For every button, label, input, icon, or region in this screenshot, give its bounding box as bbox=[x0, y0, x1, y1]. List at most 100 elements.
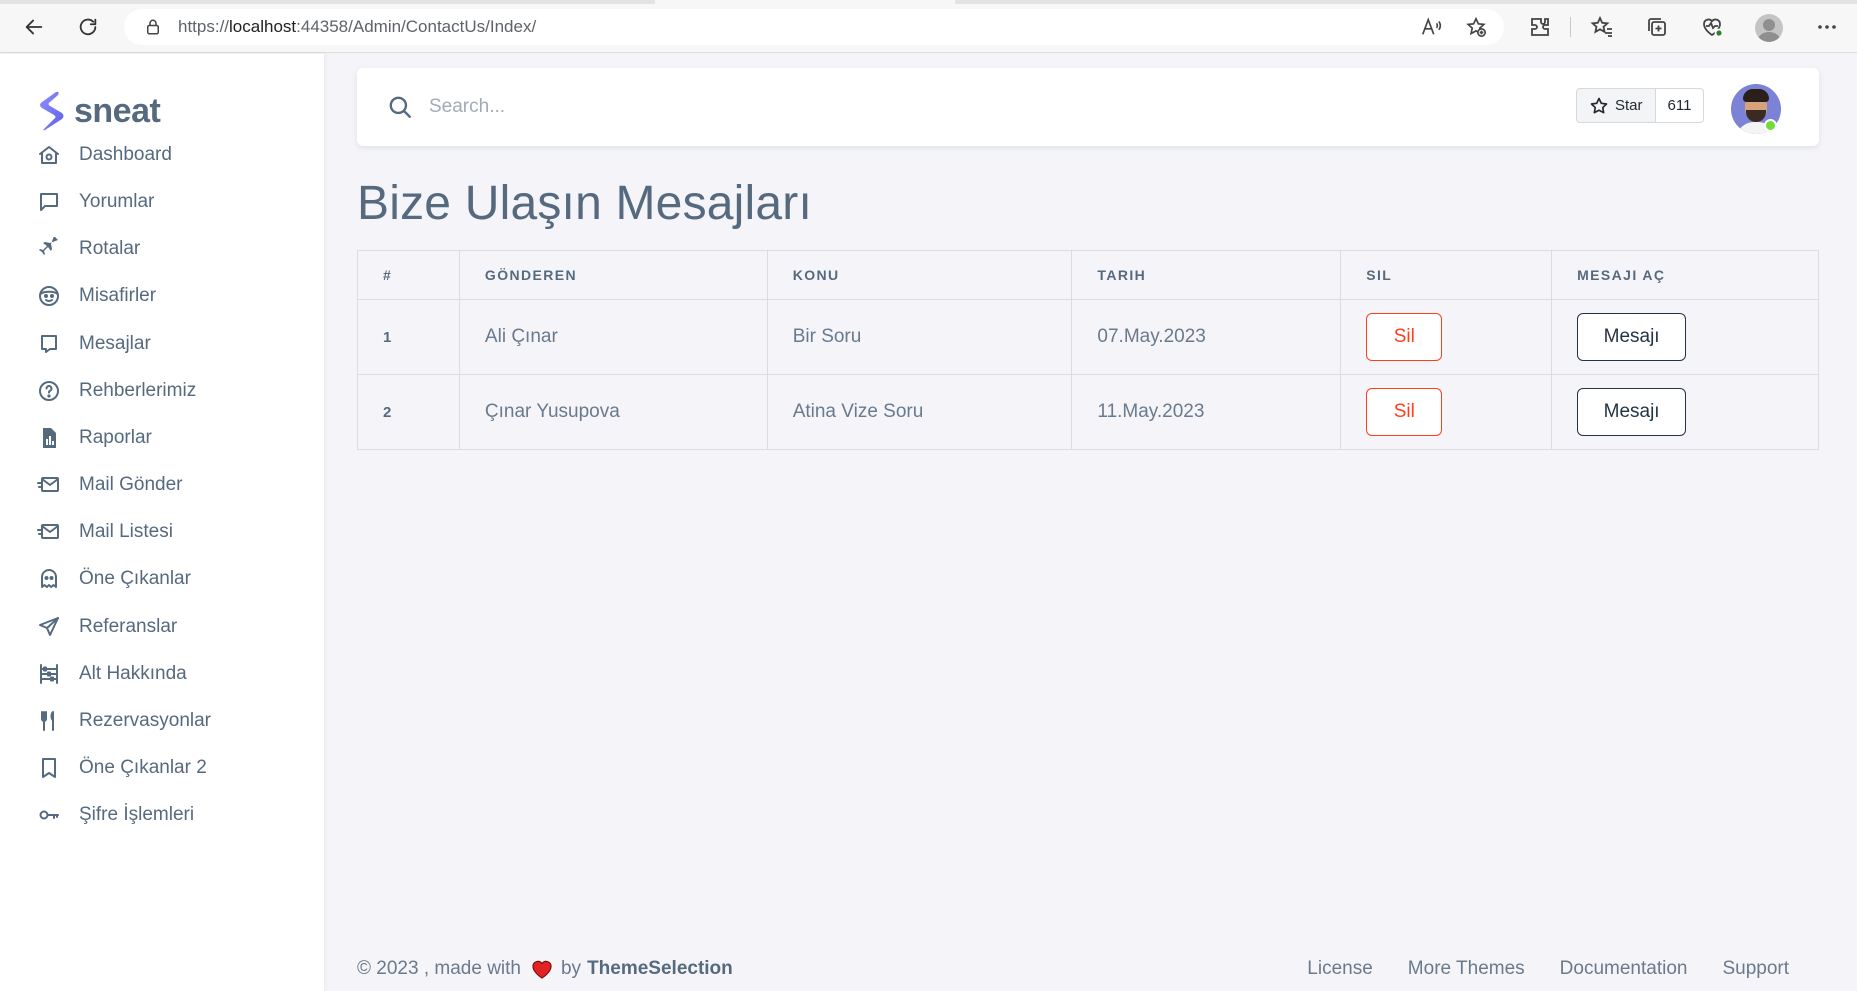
ghost-icon bbox=[36, 566, 62, 592]
sidebar-item-label: Yorumlar bbox=[79, 191, 155, 212]
mail-send-icon bbox=[36, 472, 62, 498]
sidebar-item-sifre-islemleri[interactable]: Şifre İşlemleri bbox=[36, 795, 296, 835]
footer-by: by bbox=[560, 958, 582, 979]
sidebar-item-label: Misafirler bbox=[79, 285, 157, 306]
heart-icon bbox=[532, 960, 552, 979]
sidebar-item-mail-listesi[interactable]: Mail Listesi bbox=[36, 512, 296, 552]
report-file-icon bbox=[36, 425, 62, 451]
table-row: 2 Çınar Yusupova Atina Vize Soru 11.May.… bbox=[357, 374, 1819, 450]
sidebar-item-label: Şifre İşlemleri bbox=[79, 804, 195, 825]
cell-date: 07.May.2023 bbox=[1071, 299, 1342, 375]
footer-links: License More Themes Documentation Suppor… bbox=[1307, 958, 1789, 980]
github-star-count[interactable]: 611 bbox=[1655, 88, 1705, 123]
sidebar-item-label: Öne Çıkanlar 2 bbox=[79, 757, 207, 778]
table-row: 1 Ali Çınar Bir Soru 07.May.2023 Sil Mes… bbox=[357, 299, 1819, 375]
active-tab[interactable] bbox=[655, 0, 955, 4]
footer-link-more-themes[interactable]: More Themes bbox=[1408, 958, 1525, 980]
cell-sender: Çınar Yusupova bbox=[458, 374, 768, 450]
column-header-number: # bbox=[357, 250, 460, 300]
column-header-delete: SIL bbox=[1340, 250, 1553, 300]
browser-essentials-icon[interactable] bbox=[1700, 15, 1724, 39]
more-options-icon[interactable] bbox=[1815, 15, 1839, 39]
address-bar[interactable]: https://localhost:44358/Admin/ContactUs/… bbox=[124, 9, 1504, 45]
sidebar-item-referanslar[interactable]: Referanslar bbox=[36, 607, 296, 647]
collections-icon[interactable] bbox=[1645, 15, 1669, 39]
avatar-hair bbox=[1743, 89, 1769, 102]
sidebar-item-mail-gonder[interactable]: Mail Gönder bbox=[36, 465, 296, 505]
cell-delete: Sil bbox=[1340, 299, 1553, 375]
url-text: https://localhost:44358/Admin/ContactUs/… bbox=[178, 17, 537, 36]
cell-date: 11.May.2023 bbox=[1071, 374, 1342, 450]
github-star-widget: Star 611 bbox=[1576, 88, 1705, 123]
footer-link-support[interactable]: Support bbox=[1722, 958, 1789, 980]
github-star-button[interactable]: Star bbox=[1576, 88, 1656, 123]
sidebar-item-label: Rezervasyonlar bbox=[79, 710, 211, 731]
search-input[interactable] bbox=[429, 88, 1329, 126]
sidebar-item-yorumlar[interactable]: Yorumlar bbox=[36, 182, 296, 222]
github-star-label: Star bbox=[1615, 97, 1643, 114]
favorites-icon[interactable] bbox=[1590, 15, 1614, 39]
sidebar-item-label: Rotalar bbox=[79, 238, 141, 259]
top-navbar: Star 611 bbox=[357, 68, 1819, 146]
sidebar-item-label: Öne Çıkanlar bbox=[79, 568, 191, 589]
plane-icon bbox=[36, 236, 62, 262]
open-message-button[interactable]: Mesajı bbox=[1577, 313, 1687, 361]
mail-list-icon bbox=[36, 519, 62, 545]
sidebar-item-label: Mesajlar bbox=[79, 333, 151, 354]
extensions-icon[interactable] bbox=[1528, 15, 1552, 39]
sidebar: sneat Dashboard Yorumlar Rotalar Misafir… bbox=[0, 54, 324, 991]
cell-delete: Sil bbox=[1340, 374, 1553, 450]
column-header-subject: KONU bbox=[766, 250, 1073, 300]
footer-copyright: © 2023 , made with bbox=[357, 958, 521, 979]
page-title: Bize Ulaşın Mesajları bbox=[357, 177, 813, 230]
sidebar-item-alt-hakkinda[interactable]: Alt Hakkında bbox=[36, 654, 296, 694]
sidebar-item-label: Raporlar bbox=[79, 427, 152, 448]
open-message-button[interactable]: Mesajı bbox=[1577, 388, 1687, 436]
table-header-row: # GÖNDEREN KONU TARIH SIL MESAJI AÇ bbox=[357, 250, 1819, 300]
footer-brand-link[interactable]: ThemeSelection bbox=[587, 958, 733, 980]
sidebar-item-one-cikanlar[interactable]: Öne Çıkanlar bbox=[36, 559, 296, 599]
reload-button[interactable] bbox=[73, 12, 103, 42]
browser-toolbar: https://localhost:44358/Admin/ContactUs/… bbox=[0, 0, 1857, 53]
sidebar-item-mesajlar[interactable]: Mesajlar bbox=[36, 324, 296, 364]
delete-button[interactable]: Sil bbox=[1366, 313, 1443, 361]
tab-strip bbox=[0, 0, 1857, 4]
send-icon bbox=[36, 614, 62, 640]
home-icon bbox=[36, 142, 62, 168]
sidebar-item-rotalar[interactable]: Rotalar bbox=[36, 229, 296, 269]
key-icon bbox=[36, 802, 62, 828]
cell-open-message: Mesajı bbox=[1551, 374, 1819, 450]
search-icon bbox=[389, 96, 411, 118]
read-aloud-icon[interactable] bbox=[1420, 16, 1442, 38]
footer-link-license[interactable]: License bbox=[1307, 958, 1373, 980]
delete-button[interactable]: Sil bbox=[1366, 388, 1443, 436]
sidebar-item-label: Mail Gönder bbox=[79, 474, 183, 495]
sidebar-item-raporlar[interactable]: Raporlar bbox=[36, 418, 296, 458]
sidebar-item-misafirler[interactable]: Misafirler bbox=[36, 276, 296, 316]
lock-icon bbox=[147, 19, 159, 35]
footer-credit: © 2023 , made with by ThemeSelection bbox=[357, 958, 733, 980]
smile-icon bbox=[36, 283, 62, 309]
footer-link-documentation[interactable]: Documentation bbox=[1560, 958, 1688, 980]
profile-avatar[interactable] bbox=[1755, 14, 1783, 42]
help-circle-icon bbox=[36, 378, 62, 404]
column-header-open-message: MESAJI AÇ bbox=[1551, 250, 1819, 300]
favorite-add-icon[interactable] bbox=[1465, 16, 1487, 38]
online-status-dot bbox=[1764, 119, 1777, 132]
sidebar-item-rezervasyonlar[interactable]: Rezervasyonlar bbox=[36, 701, 296, 741]
bookmark-icon bbox=[36, 755, 62, 781]
column-header-sender: GÖNDEREN bbox=[458, 250, 768, 300]
sidebar-item-label: Mail Listesi bbox=[79, 521, 173, 542]
sidebar-item-label: Alt Hakkında bbox=[79, 663, 187, 684]
sneat-logo-icon bbox=[40, 91, 64, 131]
sidebar-item-one-cikanlar-2[interactable]: Öne Çıkanlar 2 bbox=[36, 748, 296, 788]
sidebar-item-dashboard[interactable]: Dashboard bbox=[36, 135, 296, 175]
comment-icon bbox=[36, 189, 62, 215]
messages-table: # GÖNDEREN KONU TARIH SIL MESAJI AÇ 1 Al… bbox=[357, 250, 1819, 450]
back-button[interactable] bbox=[19, 12, 49, 42]
message-icon bbox=[36, 331, 62, 357]
cell-open-message: Mesajı bbox=[1551, 299, 1819, 375]
brand-logo-link[interactable]: sneat bbox=[36, 91, 161, 131]
sidebar-item-rehberlerimiz[interactable]: Rehberlerimiz bbox=[36, 371, 296, 411]
toolbar-divider bbox=[1570, 17, 1571, 37]
